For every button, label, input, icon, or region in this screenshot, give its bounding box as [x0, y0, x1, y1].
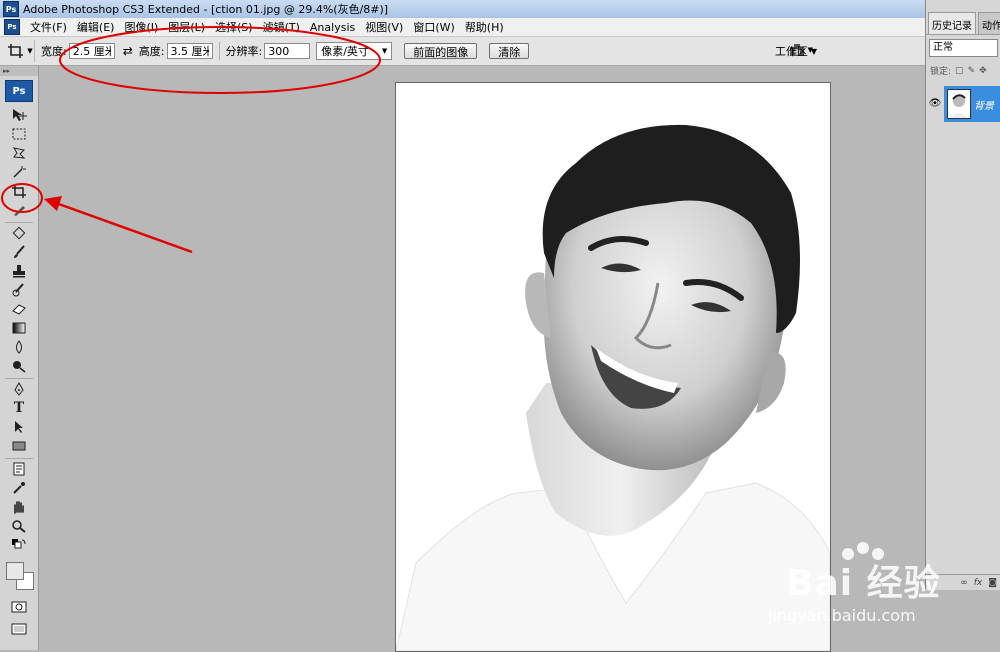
lasso-tool-icon[interactable]: [5, 144, 33, 162]
resolution-unit-value: 像素/英寸: [321, 45, 369, 58]
dodge-tool-icon[interactable]: [5, 357, 33, 375]
color-swatches[interactable]: [4, 560, 34, 594]
width-label: 宽度:: [41, 45, 67, 58]
clone-stamp-tool-icon[interactable]: [5, 262, 33, 280]
menu-edit[interactable]: 编辑(E): [72, 19, 120, 35]
tab-actions[interactable]: 动作: [978, 12, 1000, 34]
photoshop-logo-icon: Ps: [3, 1, 19, 17]
layer-row[interactable]: 👁 背景: [926, 86, 1000, 122]
healing-brush-tool-icon[interactable]: [5, 222, 33, 242]
chevron-down-icon: ▼: [381, 47, 388, 55]
crop-icon: [8, 44, 24, 58]
options-bar: ▼ 宽度: ⇄ 高度: 分辨率: 像素/英寸 ▼ 前面的图像 清除 ▼ 工作区 …: [0, 37, 925, 66]
move-tool-icon[interactable]: [5, 106, 33, 124]
height-label: 高度:: [138, 45, 165, 58]
mask-icon[interactable]: ◙: [988, 578, 997, 588]
resolution-input[interactable]: [264, 43, 311, 59]
photoshop-logo-icon[interactable]: Ps: [5, 80, 33, 102]
blur-tool-icon[interactable]: [5, 338, 33, 356]
document-canvas[interactable]: [395, 82, 831, 652]
right-panel: 历史记录 动作 正常 锁定: ▢ ✎ ✥ 👁 背景 ∞ fx ◙: [925, 0, 1000, 590]
screen-mode-icon[interactable]: [5, 620, 33, 638]
layer-thumbnail: [947, 89, 971, 119]
blend-mode-select[interactable]: 正常: [929, 39, 998, 57]
lock-label: 锁定:: [930, 67, 952, 77]
toolbox-grip[interactable]: ▸▸: [0, 66, 38, 76]
divider: [218, 42, 220, 60]
magic-wand-tool-icon[interactable]: [5, 163, 33, 181]
menu-select[interactable]: 选择(S): [210, 19, 258, 35]
menu-help[interactable]: 帮助(H): [460, 19, 509, 35]
chevron-down-icon: ▼: [810, 46, 817, 56]
default-colors-icon[interactable]: [5, 536, 33, 554]
hand-tool-icon[interactable]: [5, 498, 33, 516]
menu-image[interactable]: 图像(I): [119, 19, 163, 35]
resolution-unit-select[interactable]: 像素/英寸 ▼: [316, 42, 393, 60]
menu-analysis[interactable]: Analysis: [305, 21, 360, 34]
crop-tool-icon[interactable]: [5, 182, 33, 200]
front-image-button[interactable]: 前面的图像: [404, 43, 478, 59]
brush-tool-icon[interactable]: [5, 243, 33, 261]
rectangle-tool-icon[interactable]: [5, 437, 33, 455]
zoom-tool-icon[interactable]: [5, 517, 33, 535]
menu-view[interactable]: 视图(V): [360, 19, 408, 35]
portrait-photo: [396, 83, 830, 651]
watermark-brand: Bai 经验: [786, 563, 941, 604]
tab-history[interactable]: 历史记录: [928, 12, 976, 34]
layer-name: 背景: [974, 100, 994, 112]
width-input[interactable]: [68, 43, 115, 59]
title-bar: Ps Adobe Photoshop CS3 Extended - [ction…: [0, 0, 1000, 19]
notes-tool-icon[interactable]: [5, 458, 33, 478]
foreground-color-swatch[interactable]: [6, 562, 24, 580]
path-selection-tool-icon[interactable]: [5, 418, 33, 436]
workspace-label: 工作区: [774, 45, 808, 58]
lock-row: 锁定: ▢ ✎ ✥: [926, 61, 1000, 80]
height-input[interactable]: [166, 43, 213, 59]
clear-button[interactable]: 清除: [489, 43, 530, 59]
eye-icon[interactable]: 👁: [926, 86, 944, 122]
quick-mask-icon[interactable]: [5, 598, 33, 616]
eraser-tool-icon[interactable]: [5, 300, 33, 318]
baidu-watermark: Bai 经验 jingyan.baidu.com: [768, 542, 988, 644]
resolution-label: 分辨率:: [225, 45, 263, 58]
workspace-menu[interactable]: 工作区 ▼: [775, 43, 817, 59]
lock-brush-icon[interactable]: ✎: [968, 66, 976, 76]
menu-layer[interactable]: 图层(L): [163, 19, 210, 35]
menu-window[interactable]: 窗口(W): [408, 19, 459, 35]
lock-transparency-icon[interactable]: ▢: [955, 66, 964, 76]
slice-tool-icon[interactable]: [5, 201, 33, 219]
toolbox: ▸▸ Ps T: [0, 66, 39, 650]
gradient-tool-icon[interactable]: [5, 319, 33, 337]
swap-dimensions-icon[interactable]: ⇄: [123, 44, 133, 58]
window-title: Adobe Photoshop CS3 Extended - [ction 01…: [23, 3, 389, 16]
type-tool-icon[interactable]: T: [5, 399, 33, 417]
watermark-url: jingyan.baidu.com: [768, 606, 916, 625]
chevron-down-icon: ▼: [27, 47, 33, 55]
menu-bar: Ps 文件(F) 编辑(E) 图像(I) 图层(L) 选择(S) 滤镜(T) A…: [0, 18, 925, 37]
panel-tabs: 历史记录 动作: [926, 12, 1000, 35]
eyedropper-tool-icon[interactable]: [5, 479, 33, 497]
menu-file[interactable]: 文件(F): [25, 19, 72, 35]
menu-filter[interactable]: 滤镜(T): [258, 19, 305, 35]
tool-preset-picker[interactable]: ▼: [6, 40, 35, 62]
app-menu-icon[interactable]: Ps: [4, 19, 20, 35]
lock-move-icon[interactable]: ✥: [979, 66, 987, 76]
history-brush-tool-icon[interactable]: [5, 281, 33, 299]
marquee-tool-icon[interactable]: [5, 125, 33, 143]
pen-tool-icon[interactable]: [5, 378, 33, 398]
